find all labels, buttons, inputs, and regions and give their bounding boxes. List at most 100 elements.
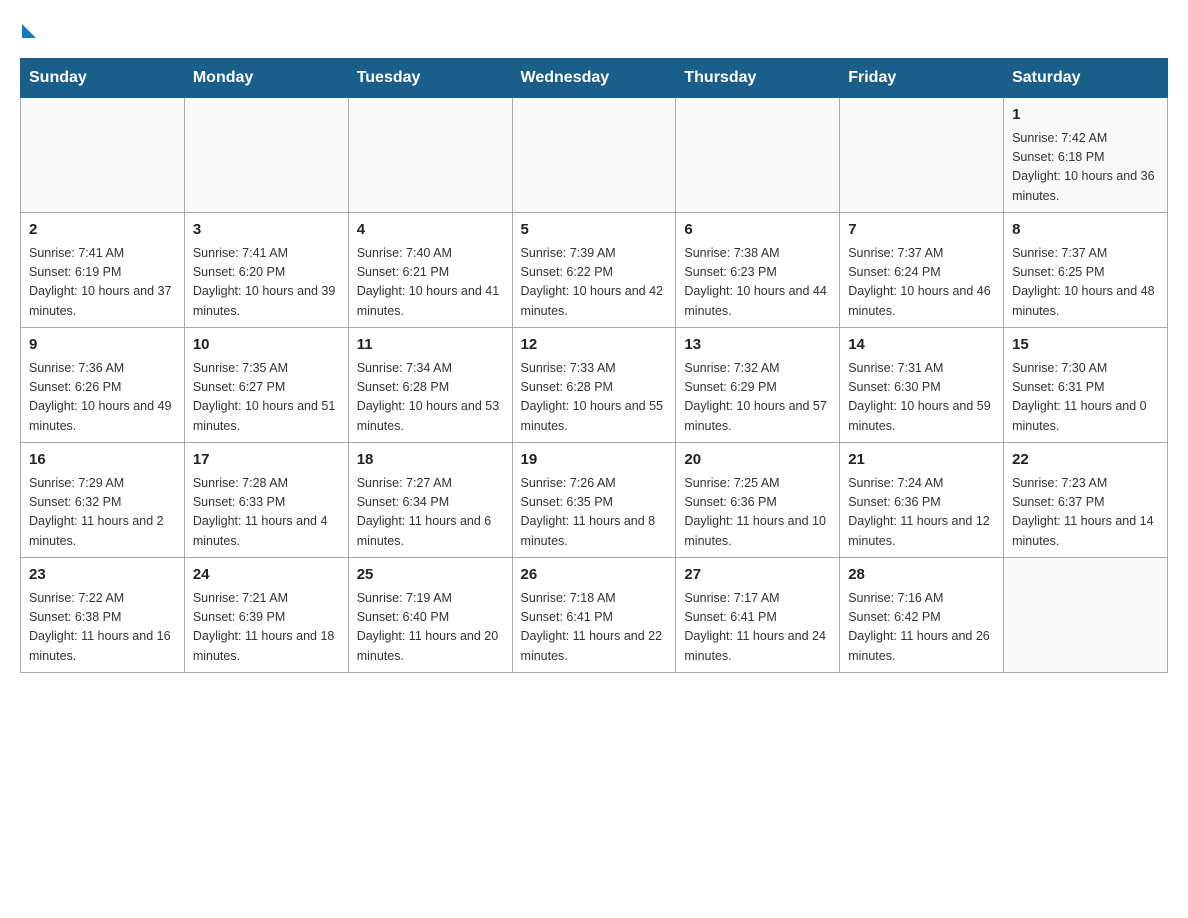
calendar-cell: 28Sunrise: 7:16 AM Sunset: 6:42 PM Dayli…	[840, 558, 1004, 673]
calendar-cell: 13Sunrise: 7:32 AM Sunset: 6:29 PM Dayli…	[676, 328, 840, 443]
day-number: 23	[29, 564, 176, 587]
day-number: 12	[521, 334, 668, 357]
week-row-2: 2Sunrise: 7:41 AM Sunset: 6:19 PM Daylig…	[21, 213, 1168, 328]
calendar-cell	[348, 98, 512, 213]
day-sun-info: Sunrise: 7:33 AM Sunset: 6:28 PM Dayligh…	[521, 359, 668, 437]
day-sun-info: Sunrise: 7:25 AM Sunset: 6:36 PM Dayligh…	[684, 474, 831, 552]
calendar-cell	[512, 98, 676, 213]
day-number: 17	[193, 449, 340, 472]
calendar-cell: 4Sunrise: 7:40 AM Sunset: 6:21 PM Daylig…	[348, 213, 512, 328]
calendar-cell: 12Sunrise: 7:33 AM Sunset: 6:28 PM Dayli…	[512, 328, 676, 443]
calendar-cell: 5Sunrise: 7:39 AM Sunset: 6:22 PM Daylig…	[512, 213, 676, 328]
calendar-cell: 15Sunrise: 7:30 AM Sunset: 6:31 PM Dayli…	[1004, 328, 1168, 443]
calendar-cell: 6Sunrise: 7:38 AM Sunset: 6:23 PM Daylig…	[676, 213, 840, 328]
week-row-5: 23Sunrise: 7:22 AM Sunset: 6:38 PM Dayli…	[21, 558, 1168, 673]
col-thursday: Thursday	[676, 59, 840, 98]
day-number: 18	[357, 449, 504, 472]
day-sun-info: Sunrise: 7:22 AM Sunset: 6:38 PM Dayligh…	[29, 589, 176, 667]
day-sun-info: Sunrise: 7:21 AM Sunset: 6:39 PM Dayligh…	[193, 589, 340, 667]
calendar-cell: 14Sunrise: 7:31 AM Sunset: 6:30 PM Dayli…	[840, 328, 1004, 443]
page-header	[20, 20, 1168, 38]
day-sun-info: Sunrise: 7:32 AM Sunset: 6:29 PM Dayligh…	[684, 359, 831, 437]
day-sun-info: Sunrise: 7:24 AM Sunset: 6:36 PM Dayligh…	[848, 474, 995, 552]
day-sun-info: Sunrise: 7:31 AM Sunset: 6:30 PM Dayligh…	[848, 359, 995, 437]
calendar-cell: 1Sunrise: 7:42 AM Sunset: 6:18 PM Daylig…	[1004, 98, 1168, 213]
calendar-cell	[1004, 558, 1168, 673]
calendar-header-row: Sunday Monday Tuesday Wednesday Thursday…	[21, 59, 1168, 98]
calendar-cell: 22Sunrise: 7:23 AM Sunset: 6:37 PM Dayli…	[1004, 443, 1168, 558]
day-sun-info: Sunrise: 7:41 AM Sunset: 6:20 PM Dayligh…	[193, 244, 340, 322]
calendar-cell	[21, 98, 185, 213]
calendar-cell: 18Sunrise: 7:27 AM Sunset: 6:34 PM Dayli…	[348, 443, 512, 558]
day-number: 16	[29, 449, 176, 472]
day-number: 2	[29, 219, 176, 242]
calendar-cell	[184, 98, 348, 213]
week-row-4: 16Sunrise: 7:29 AM Sunset: 6:32 PM Dayli…	[21, 443, 1168, 558]
calendar-cell: 21Sunrise: 7:24 AM Sunset: 6:36 PM Dayli…	[840, 443, 1004, 558]
col-monday: Monday	[184, 59, 348, 98]
calendar-cell: 17Sunrise: 7:28 AM Sunset: 6:33 PM Dayli…	[184, 443, 348, 558]
day-number: 26	[521, 564, 668, 587]
col-sunday: Sunday	[21, 59, 185, 98]
calendar-cell: 20Sunrise: 7:25 AM Sunset: 6:36 PM Dayli…	[676, 443, 840, 558]
day-sun-info: Sunrise: 7:17 AM Sunset: 6:41 PM Dayligh…	[684, 589, 831, 667]
day-sun-info: Sunrise: 7:37 AM Sunset: 6:25 PM Dayligh…	[1012, 244, 1159, 322]
day-number: 11	[357, 334, 504, 357]
day-number: 5	[521, 219, 668, 242]
day-number: 20	[684, 449, 831, 472]
week-row-1: 1Sunrise: 7:42 AM Sunset: 6:18 PM Daylig…	[21, 98, 1168, 213]
calendar-cell: 10Sunrise: 7:35 AM Sunset: 6:27 PM Dayli…	[184, 328, 348, 443]
day-sun-info: Sunrise: 7:16 AM Sunset: 6:42 PM Dayligh…	[848, 589, 995, 667]
calendar-cell: 23Sunrise: 7:22 AM Sunset: 6:38 PM Dayli…	[21, 558, 185, 673]
day-sun-info: Sunrise: 7:41 AM Sunset: 6:19 PM Dayligh…	[29, 244, 176, 322]
day-number: 14	[848, 334, 995, 357]
day-number: 13	[684, 334, 831, 357]
day-number: 25	[357, 564, 504, 587]
day-number: 21	[848, 449, 995, 472]
day-sun-info: Sunrise: 7:26 AM Sunset: 6:35 PM Dayligh…	[521, 474, 668, 552]
day-sun-info: Sunrise: 7:36 AM Sunset: 6:26 PM Dayligh…	[29, 359, 176, 437]
day-number: 27	[684, 564, 831, 587]
day-number: 6	[684, 219, 831, 242]
day-sun-info: Sunrise: 7:29 AM Sunset: 6:32 PM Dayligh…	[29, 474, 176, 552]
calendar-cell: 16Sunrise: 7:29 AM Sunset: 6:32 PM Dayli…	[21, 443, 185, 558]
day-number: 10	[193, 334, 340, 357]
day-number: 28	[848, 564, 995, 587]
day-sun-info: Sunrise: 7:19 AM Sunset: 6:40 PM Dayligh…	[357, 589, 504, 667]
calendar-cell: 9Sunrise: 7:36 AM Sunset: 6:26 PM Daylig…	[21, 328, 185, 443]
day-sun-info: Sunrise: 7:27 AM Sunset: 6:34 PM Dayligh…	[357, 474, 504, 552]
day-sun-info: Sunrise: 7:35 AM Sunset: 6:27 PM Dayligh…	[193, 359, 340, 437]
calendar-cell: 11Sunrise: 7:34 AM Sunset: 6:28 PM Dayli…	[348, 328, 512, 443]
col-wednesday: Wednesday	[512, 59, 676, 98]
day-sun-info: Sunrise: 7:38 AM Sunset: 6:23 PM Dayligh…	[684, 244, 831, 322]
col-tuesday: Tuesday	[348, 59, 512, 98]
day-number: 8	[1012, 219, 1159, 242]
calendar-cell	[840, 98, 1004, 213]
calendar-cell: 7Sunrise: 7:37 AM Sunset: 6:24 PM Daylig…	[840, 213, 1004, 328]
calendar-table: Sunday Monday Tuesday Wednesday Thursday…	[20, 58, 1168, 673]
day-number: 7	[848, 219, 995, 242]
calendar-cell: 26Sunrise: 7:18 AM Sunset: 6:41 PM Dayli…	[512, 558, 676, 673]
day-number: 19	[521, 449, 668, 472]
calendar-cell	[676, 98, 840, 213]
day-sun-info: Sunrise: 7:34 AM Sunset: 6:28 PM Dayligh…	[357, 359, 504, 437]
day-sun-info: Sunrise: 7:40 AM Sunset: 6:21 PM Dayligh…	[357, 244, 504, 322]
day-sun-info: Sunrise: 7:42 AM Sunset: 6:18 PM Dayligh…	[1012, 129, 1159, 207]
day-number: 9	[29, 334, 176, 357]
day-number: 4	[357, 219, 504, 242]
day-sun-info: Sunrise: 7:30 AM Sunset: 6:31 PM Dayligh…	[1012, 359, 1159, 437]
calendar-cell: 2Sunrise: 7:41 AM Sunset: 6:19 PM Daylig…	[21, 213, 185, 328]
logo	[20, 20, 36, 38]
day-sun-info: Sunrise: 7:28 AM Sunset: 6:33 PM Dayligh…	[193, 474, 340, 552]
day-number: 22	[1012, 449, 1159, 472]
col-friday: Friday	[840, 59, 1004, 98]
calendar-cell: 27Sunrise: 7:17 AM Sunset: 6:41 PM Dayli…	[676, 558, 840, 673]
day-sun-info: Sunrise: 7:18 AM Sunset: 6:41 PM Dayligh…	[521, 589, 668, 667]
calendar-cell: 8Sunrise: 7:37 AM Sunset: 6:25 PM Daylig…	[1004, 213, 1168, 328]
day-sun-info: Sunrise: 7:39 AM Sunset: 6:22 PM Dayligh…	[521, 244, 668, 322]
calendar-cell: 24Sunrise: 7:21 AM Sunset: 6:39 PM Dayli…	[184, 558, 348, 673]
day-number: 24	[193, 564, 340, 587]
day-sun-info: Sunrise: 7:37 AM Sunset: 6:24 PM Dayligh…	[848, 244, 995, 322]
day-number: 3	[193, 219, 340, 242]
day-number: 1	[1012, 104, 1159, 127]
